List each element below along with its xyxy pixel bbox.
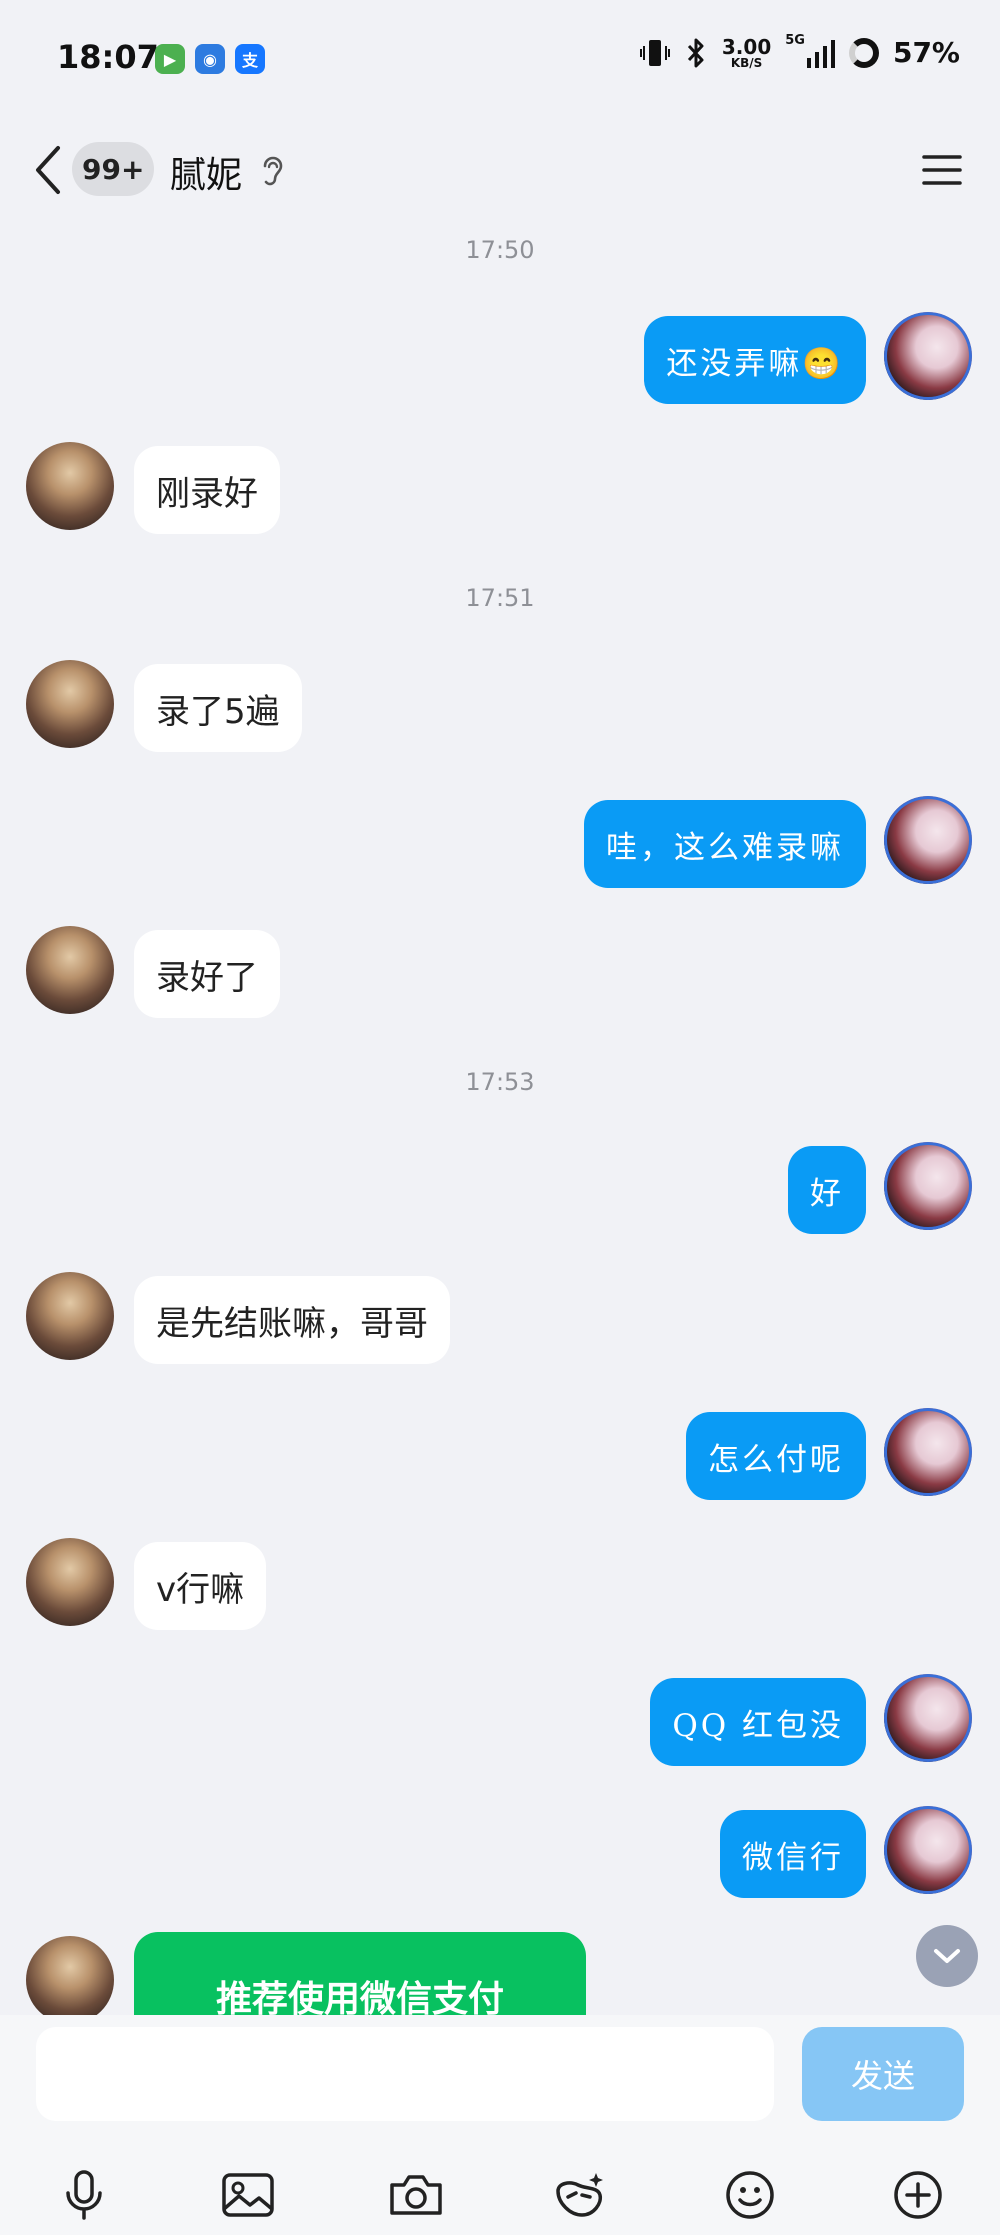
message-bubble-received[interactable]: 录好了 [134,930,280,1018]
chevron-down-icon [934,1949,960,1963]
my-avatar[interactable] [884,1674,972,1762]
image-icon [222,2173,274,2217]
my-avatar[interactable] [884,796,972,884]
message-timestamp: 17:53 [465,1068,535,1096]
contact-avatar[interactable] [26,1538,114,1626]
earpiece-mode-icon[interactable] [256,152,290,192]
message-timestamp: 17:50 [465,236,535,264]
message-bubble-sent[interactable]: 好 [788,1146,866,1234]
voice-button[interactable] [54,2165,114,2225]
my-avatar[interactable] [884,1408,972,1496]
message-bubble-received[interactable]: 刚录好 [134,446,280,534]
more-button[interactable] [888,2165,948,2225]
magic-expression-button[interactable] [550,2165,610,2225]
my-avatar[interactable] [884,1142,972,1230]
scroll-to-bottom-button[interactable] [916,1925,978,1987]
contact-avatar[interactable] [26,1936,114,2015]
bluetooth-icon [687,38,704,67]
status-bar: 18:07 ▶ ◉ 支 3.00 KB/S 5G 57% [0,0,1000,120]
message-timestamp: 17:51 [465,584,535,612]
my-avatar[interactable] [884,312,972,400]
emoji-icon [726,2171,774,2219]
camera-icon [390,2175,442,2215]
message-bubble-received[interactable]: 录了5遍 [134,664,302,752]
message-bubble-sent[interactable]: 还没弄嘛😁 [644,316,866,404]
input-bar: 发送 [0,2015,1000,2235]
vibrate-icon [639,39,670,66]
wechat-pay-card-title: 推荐使用微信支付 [215,1979,504,2015]
signal-strength-icon [806,39,835,68]
message-bubble-sent[interactable]: QQ 红包没 [650,1678,866,1766]
contact-avatar[interactable] [26,442,114,530]
status-indicators: 3.00 KB/S 5G 57% [639,33,960,70]
message-bubble-received[interactable]: v行嘛 [134,1542,267,1630]
album-button[interactable] [218,2165,278,2225]
back-button[interactable] [28,142,68,198]
contact-name[interactable]: 腻妮 [170,146,242,198]
message-bubble-sent[interactable]: 怎么付呢 [686,1412,866,1500]
unread-count-badge[interactable]: 99+ [72,142,155,196]
menu-icon[interactable] [920,148,964,192]
wechat-pay-card[interactable]: 推荐使用微信支付 [134,1932,586,2015]
input-toolbar [0,2165,1000,2225]
my-avatar[interactable] [884,1806,972,1894]
contact-avatar[interactable] [26,1272,114,1360]
battery-percent: 57% [892,36,960,69]
message-input[interactable] [36,2027,774,2121]
contact-avatar[interactable] [26,660,114,748]
camera-button[interactable] [386,2165,446,2225]
battery-icon [848,37,879,68]
video-app-icon: ▶ [155,44,185,74]
message-bubble-sent[interactable]: 哇，这么难录嘛 [584,800,866,888]
emoji-button[interactable] [720,2165,780,2225]
network-type-label: 5G [785,33,805,48]
alipay-app-icon: 支 [235,44,265,74]
status-time: 18:07 [57,38,159,76]
sparkle-mask-icon [556,2173,603,2217]
send-button[interactable]: 发送 [802,2027,964,2121]
plus-circle-icon [894,2171,942,2219]
microphone-icon [66,2170,102,2220]
chat-header: 99+ 腻妮 [0,120,1000,220]
browser-app-icon: ◉ [195,44,225,74]
message-bubble-sent[interactable]: 微信行 [720,1810,866,1898]
message-bubble-received[interactable]: 是先结账嘛，哥哥 [134,1276,450,1364]
notification-app-icons: ▶ ◉ 支 [155,44,265,74]
contact-avatar[interactable] [26,926,114,1014]
network-speed: 3.00 KB/S [721,34,772,70]
message-list[interactable]: 17:50 还没弄嘛😁 刚录好 17:51 录了5遍 哇，这么难录嘛 录好了 1… [0,220,1000,2015]
